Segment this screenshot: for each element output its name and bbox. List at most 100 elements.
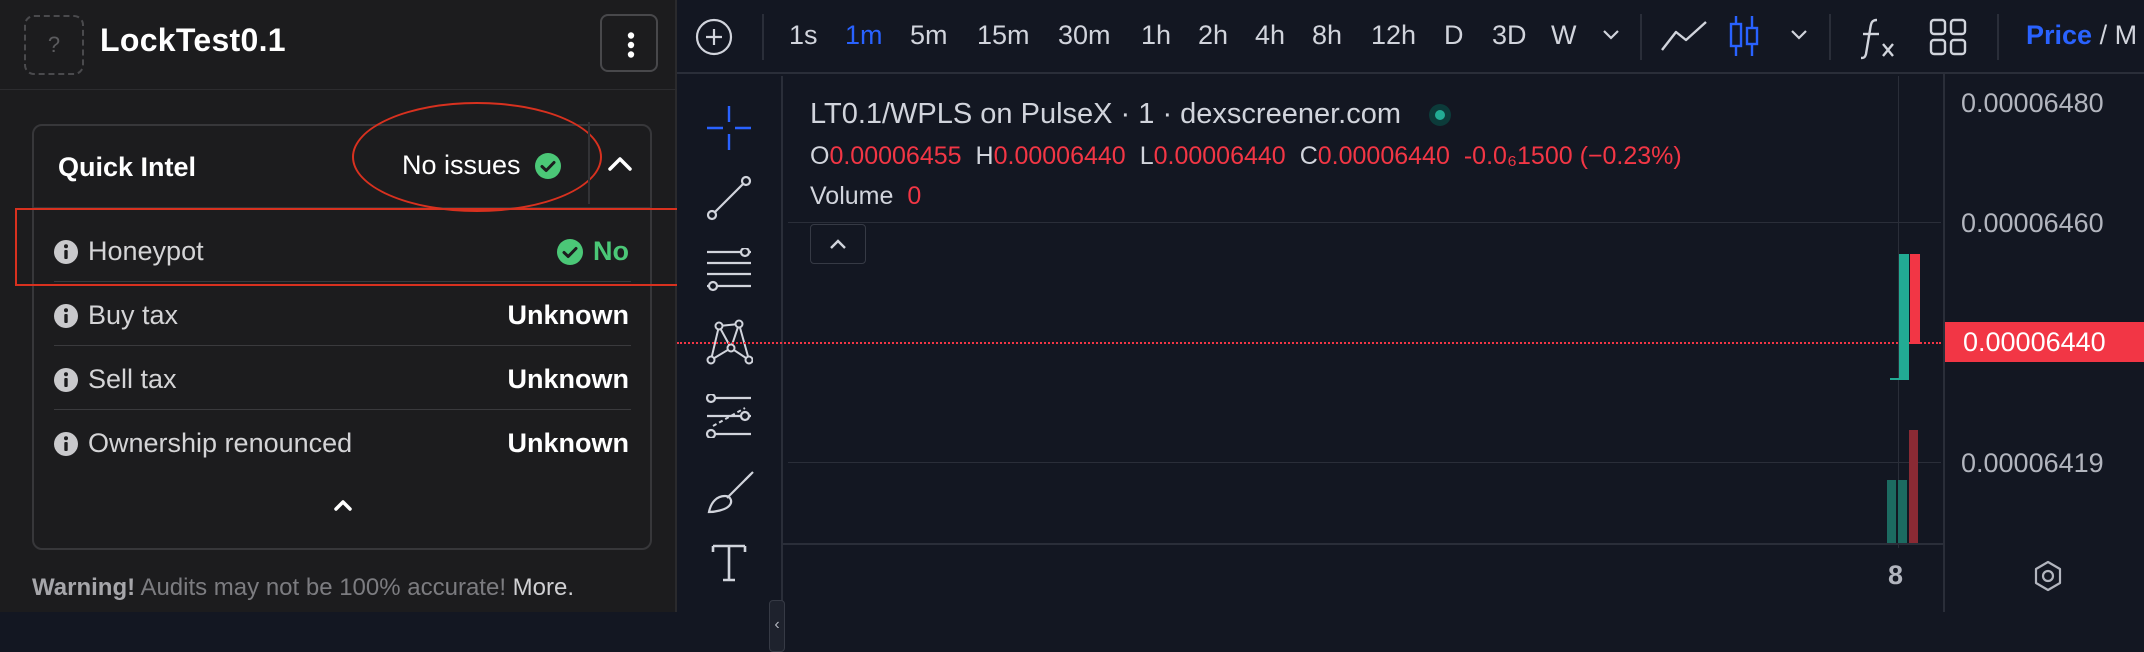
trend-line-icon[interactable]: [705, 174, 753, 222]
header-divider: [588, 122, 590, 204]
annotation-rectangle: [15, 208, 701, 286]
ohlc-open: 0.00006455: [829, 142, 962, 170]
price-toggle-suffix[interactable]: / M: [2092, 20, 2138, 50]
intel-row-buy-tax: Buy tax Unknown: [54, 282, 631, 346]
symbol-title: LT0.1/WPLS on PulseX · 1 · dexscreener.c…: [810, 98, 1402, 130]
volume-value: 0: [907, 182, 922, 210]
candle-up: [1899, 254, 1909, 380]
intel-row-value: Unknown: [507, 300, 630, 330]
chevron-down-icon[interactable]: [1601, 28, 1621, 42]
legend-collapse-button[interactable]: [810, 224, 866, 264]
toolbar-separator: [1829, 14, 1831, 60]
toolbar-separator: [762, 14, 764, 60]
time-axis-label: 8: [1888, 560, 1904, 590]
price-chart[interactable]: LT0.1/WPLS on PulseX · 1 · dexscreener.c…: [677, 76, 1941, 612]
interval-w[interactable]: W: [1551, 20, 1576, 51]
grid-line: [788, 222, 1941, 223]
current-price-line: [677, 342, 1941, 344]
ohlc-low-label: L: [1139, 142, 1154, 170]
chart-area: 1s 1m 5m 15m 30m 1h 2h 4h 8h 12h D 3D W: [677, 0, 2144, 652]
intel-row-value: Unknown: [507, 428, 630, 458]
current-price-label: 0.00006440: [1945, 322, 2144, 362]
toolbar-separator: [1640, 14, 1642, 60]
info-icon[interactable]: [54, 368, 78, 392]
intel-row-value: Unknown: [507, 364, 630, 394]
interval-1h[interactable]: 1h: [1141, 20, 1171, 51]
interval-3d[interactable]: 3D: [1492, 20, 1527, 51]
chevron-down-icon[interactable]: [1789, 28, 1809, 42]
market-status-dot: [1429, 103, 1452, 126]
interval-1m[interactable]: 1m: [845, 20, 883, 51]
more-menu-button[interactable]: [600, 14, 658, 72]
interval-1s[interactable]: 1s: [789, 20, 818, 51]
ohlc-close: 0.00006440: [1317, 142, 1450, 170]
warning-more-link[interactable]: More.: [513, 574, 574, 601]
layout-grid-icon[interactable]: [1929, 18, 1967, 56]
ohlc-low: 0.00006440: [1153, 142, 1286, 170]
chart-toolbar: 1s 1m 5m 15m 30m 1h 2h 4h 8h 12h D 3D W: [677, 0, 2144, 74]
price-axis-label: 0.00006460: [1961, 208, 2104, 238]
chart-settings-icon[interactable]: [2032, 560, 2064, 592]
price-currency-toggle[interactable]: Price / M: [2026, 20, 2137, 51]
volume-legend: Volume 0: [810, 182, 921, 211]
line-chart-icon[interactable]: [1660, 20, 1708, 54]
quick-intel-title: Quick Intel: [58, 152, 197, 182]
candles-icon[interactable]: [1727, 14, 1761, 58]
intel-row-sell-tax: Sell tax Unknown: [54, 346, 631, 410]
info-icon[interactable]: [54, 304, 78, 328]
interval-2h[interactable]: 2h: [1198, 20, 1228, 51]
token-info-panel: ? LockTest0.1 Quick Intel No issues Hone…: [0, 0, 701, 612]
interval-15m[interactable]: 15m: [977, 20, 1030, 51]
interval-5m[interactable]: 5m: [910, 20, 948, 51]
volume-bar: [1887, 480, 1896, 544]
warning-message: Audits may not be 100% accurate!: [135, 574, 513, 601]
token-logo-placeholder: ?: [24, 15, 84, 75]
toolbar-collapse-toggle[interactable]: ‹: [769, 600, 785, 652]
interval-12h[interactable]: 12h: [1371, 20, 1416, 51]
volume-label: Volume: [810, 182, 894, 210]
ohlc-close-label: C: [1299, 142, 1318, 170]
volume-bar: [1909, 430, 1918, 544]
chevron-up-icon: [334, 500, 352, 511]
chevron-up-icon: [830, 239, 846, 249]
fib-retracement-icon[interactable]: [705, 248, 753, 292]
text-tool-icon[interactable]: [705, 538, 753, 586]
price-toggle-option[interactable]: Price: [2026, 20, 2092, 50]
indicators-fx-icon[interactable]: [1859, 16, 1899, 60]
toolbar-separator: [1997, 14, 1999, 60]
interval-d[interactable]: D: [1444, 20, 1464, 51]
time-axis-border: [783, 543, 1943, 545]
crosshair-icon[interactable]: [705, 104, 753, 152]
ohlc-high: 0.00006440: [993, 142, 1126, 170]
intel-row-label: Buy tax: [88, 300, 179, 330]
audit-warning: Warning! Audits may not be 100% accurate…: [32, 574, 574, 602]
interval-4h[interactable]: 4h: [1255, 20, 1285, 51]
brush-icon[interactable]: [705, 468, 757, 516]
price-axis[interactable]: 0.00006480 0.00006460 0.00006440 0.00006…: [1943, 74, 2144, 612]
chart-legend-title: LT0.1/WPLS on PulseX · 1 · dexscreener.c…: [810, 98, 1452, 131]
grid-line: [788, 462, 1941, 463]
interval-30m[interactable]: 30m: [1058, 20, 1111, 51]
interval-8h[interactable]: 8h: [1312, 20, 1342, 51]
candle-wick: [1890, 378, 1899, 380]
panel-header: ? LockTest0.1: [0, 0, 677, 90]
add-symbol-icon[interactable]: [695, 18, 733, 56]
warning-label: Warning!: [32, 574, 136, 601]
candle-down: [1910, 254, 1920, 344]
annotation-ellipse: [352, 102, 602, 212]
collapse-intel-button[interactable]: [596, 140, 644, 188]
price-axis-label: 0.00006419: [1961, 448, 2104, 478]
show-more-button[interactable]: [328, 490, 358, 520]
info-icon[interactable]: [54, 432, 78, 456]
intel-row-label: Ownership renounced: [88, 428, 353, 458]
ohlc-change: -0.0₆1500 (−0.23%): [1463, 142, 1682, 170]
forecast-tool-icon[interactable]: [705, 394, 753, 438]
volume-bar: [1898, 480, 1907, 544]
drawing-toolbar: ‹: [677, 76, 785, 652]
kebab-menu-icon: [627, 32, 635, 58]
intel-row-label: Sell tax: [88, 364, 177, 394]
ohlc-open-label: O: [810, 142, 830, 170]
token-name: LockTest0.1: [100, 22, 286, 58]
price-axis-label: 0.00006480: [1961, 88, 2104, 118]
ohlc-high-label: H: [975, 142, 994, 170]
